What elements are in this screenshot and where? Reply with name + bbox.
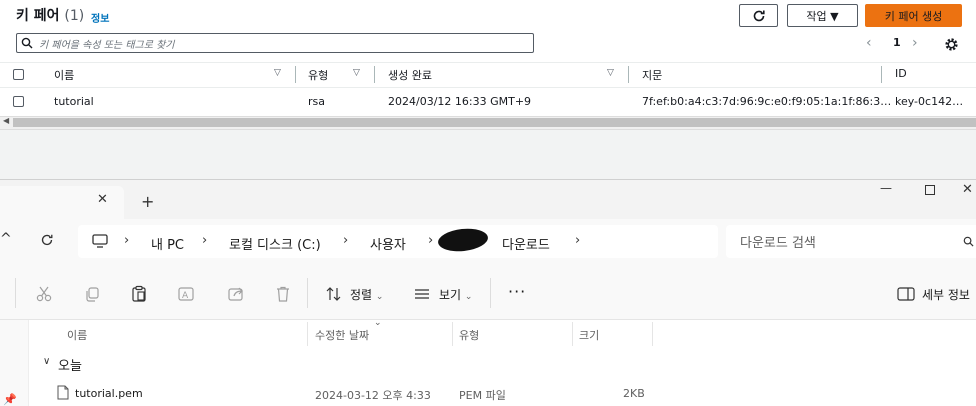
key-pair-search-input[interactable]: 키 페어을 속성 또는 태그로 찾기 [16, 33, 534, 53]
key-pair-count: (1) [64, 8, 85, 24]
breadcrumb-chevron-icon[interactable]: › [202, 233, 207, 248]
chevron-down-icon: ⌄ [375, 292, 384, 302]
cell-id: key-0c142… [895, 95, 964, 108]
paste-icon[interactable] [130, 285, 148, 303]
column-header-id[interactable]: ID [895, 67, 907, 80]
maximize-icon[interactable] [925, 185, 935, 195]
column-header-modified[interactable]: 수정한 날짜 [315, 327, 369, 343]
sort-icon[interactable] [325, 285, 343, 303]
page-title: 키 페어 (1) [16, 5, 84, 25]
search-icon [963, 236, 974, 247]
pin-icon[interactable]: 📌 [3, 393, 17, 406]
toolbar-divider [15, 278, 16, 308]
more-options-button[interactable]: ··· [508, 282, 526, 301]
chevron-down-icon[interactable]: ∨ [43, 356, 50, 367]
chevron-down-icon: ⌄ [464, 292, 473, 302]
column-header-created[interactable]: 생성 완료 [388, 67, 432, 83]
breadcrumb-downloads[interactable]: 다운로드 [502, 234, 550, 253]
folder-search-input[interactable]: 다운로드 검색 [726, 225, 976, 258]
refresh-button[interactable] [739, 4, 778, 27]
breadcrumb-local-disk[interactable]: 로컬 디스크 (C:) [229, 234, 321, 253]
scrollbar-thumb[interactable] [13, 118, 976, 127]
refresh-icon[interactable] [40, 233, 54, 247]
breadcrumb-users[interactable]: 사용자 [370, 234, 406, 253]
search-icon [21, 37, 33, 49]
toolbar-divider [490, 278, 491, 308]
current-page[interactable]: 1 [893, 36, 901, 49]
breadcrumb-chevron-icon[interactable]: › [575, 233, 580, 248]
svg-text:A: A [182, 291, 189, 301]
view-icon[interactable] [413, 285, 431, 303]
close-window-icon[interactable]: ✕ [962, 182, 973, 197]
column-divider[interactable] [374, 66, 375, 83]
sort-caret-icon[interactable]: ▽ [274, 68, 281, 78]
column-header-name[interactable]: 이름 [54, 67, 74, 83]
file-name[interactable]: tutorial.pem [75, 387, 143, 400]
column-divider[interactable] [881, 66, 882, 83]
sort-caret-icon[interactable]: ▽ [607, 68, 614, 78]
select-all-checkbox[interactable] [13, 69, 24, 80]
breadcrumb-chevron-icon[interactable]: › [124, 233, 129, 248]
actions-dropdown[interactable]: 작업 ▼ [787, 4, 858, 27]
next-page-button[interactable]: › [912, 35, 918, 51]
group-header-today[interactable]: 오늘 [58, 355, 82, 374]
table-header [0, 62, 976, 88]
cell-fingerprint: 7f:ef:b0:a4:c3:7d:96:9c:e0:f9:05:1a:1f:8… [642, 95, 892, 108]
new-tab-icon[interactable]: + [141, 192, 154, 211]
cell-created: 2024/03/12 16:33 GMT+9 [388, 95, 532, 108]
column-divider[interactable] [307, 322, 308, 346]
delete-icon[interactable] [274, 285, 292, 303]
scroll-left-arrow-icon[interactable]: ◀ [3, 116, 9, 125]
column-divider[interactable] [452, 322, 453, 346]
rename-icon[interactable]: A [177, 285, 195, 303]
refresh-icon [753, 10, 765, 21]
gear-icon[interactable] [944, 37, 959, 52]
up-arrow-icon[interactable]: ^ [0, 231, 12, 247]
column-divider[interactable] [628, 66, 629, 83]
breadcrumb-chevron-icon[interactable]: › [428, 233, 433, 248]
file-type: PEM 파일 [459, 389, 506, 402]
file-size: 2KB [623, 387, 645, 400]
row-checkbox[interactable] [13, 96, 24, 107]
page-title-text: 키 페어 [16, 8, 60, 24]
details-pane-icon[interactable] [897, 285, 915, 303]
sort-caret-icon[interactable]: ▽ [353, 68, 360, 78]
sort-caret-icon: ⌄ [374, 318, 382, 328]
share-icon[interactable] [227, 285, 245, 303]
previous-page-button[interactable]: ‹ [866, 35, 872, 51]
column-divider[interactable] [652, 322, 653, 346]
column-divider[interactable] [572, 322, 573, 346]
sort-label: 정렬 [350, 288, 373, 302]
page-background [0, 129, 976, 179]
column-divider[interactable] [295, 66, 296, 83]
cell-type: rsa [308, 95, 325, 108]
breadcrumb-chevron-icon[interactable]: › [343, 233, 348, 248]
column-header-size[interactable]: 크기 [579, 327, 599, 343]
copy-icon[interactable] [83, 285, 101, 303]
close-tab-icon[interactable]: ✕ [97, 192, 108, 207]
create-key-pair-button[interactable]: 키 페어 생성 [865, 4, 962, 27]
cell-name: tutorial [54, 95, 94, 108]
computer-icon [92, 234, 108, 248]
toolbar-divider [307, 278, 308, 308]
info-link[interactable]: 정보 [91, 10, 109, 25]
cut-icon[interactable] [35, 285, 53, 303]
column-header-fingerprint[interactable]: 지문 [642, 67, 662, 83]
view-label: 보기 [439, 288, 462, 302]
breadcrumb-this-pc[interactable]: 내 PC [151, 234, 184, 253]
column-header-name[interactable]: 이름 [67, 327, 87, 343]
view-button[interactable]: 보기 ⌄ [439, 286, 472, 303]
column-header-type[interactable]: 유형 [308, 67, 328, 83]
file-icon [57, 385, 69, 400]
minimize-icon[interactable]: — [880, 181, 892, 195]
column-header-type[interactable]: 유형 [459, 327, 479, 343]
details-button[interactable]: 세부 정보 [922, 286, 970, 303]
file-modified: 2024-03-12 오후 4:33 [315, 389, 431, 402]
sort-button[interactable]: 정렬 ⌄ [350, 286, 383, 303]
